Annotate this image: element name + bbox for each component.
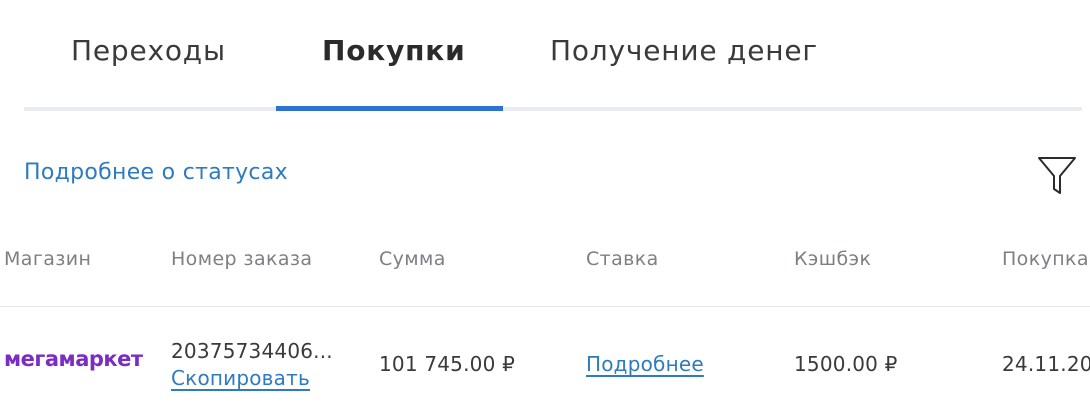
filter-icon — [1038, 157, 1076, 194]
column-header-cashback: Кэшбэк — [794, 248, 872, 270]
tab-track — [24, 107, 1082, 111]
order-amount: 101 745.00 ₽ — [379, 352, 515, 376]
rate-details-link[interactable]: Подробнее — [586, 352, 704, 376]
store-logo: мегамаркет — [4, 347, 143, 371]
column-header-rate: Ставка — [586, 248, 659, 270]
tab-transitions[interactable]: Переходы — [71, 34, 226, 67]
table-header: Магазин Номер заказа Сумма Ставка Кэшбэк… — [0, 246, 1090, 276]
copy-order-link[interactable]: Скопировать — [171, 366, 310, 390]
tab-bar: Переходы Покупки Получение денег — [24, 0, 1082, 112]
purchase-date: 24.11.2023 — [1002, 352, 1090, 376]
column-header-store: Магазин — [4, 248, 92, 270]
table-row: мегамаркет 20375734406... Скопировать 10… — [0, 307, 1090, 416]
column-header-order-number: Номер заказа — [171, 248, 313, 270]
filter-button[interactable] — [1036, 154, 1078, 198]
column-header-amount: Сумма — [379, 248, 446, 270]
tab-money-withdrawal[interactable]: Получение денег — [550, 34, 818, 67]
tab-purchases[interactable]: Покупки — [322, 34, 466, 67]
statuses-info-link[interactable]: Подробнее о статусах — [24, 160, 288, 185]
column-header-purchase: Покупка — [1002, 248, 1089, 270]
order-number: 20375734406... — [171, 339, 333, 363]
cashback-amount: 1500.00 ₽ — [794, 352, 898, 376]
active-tab-indicator — [276, 106, 503, 111]
